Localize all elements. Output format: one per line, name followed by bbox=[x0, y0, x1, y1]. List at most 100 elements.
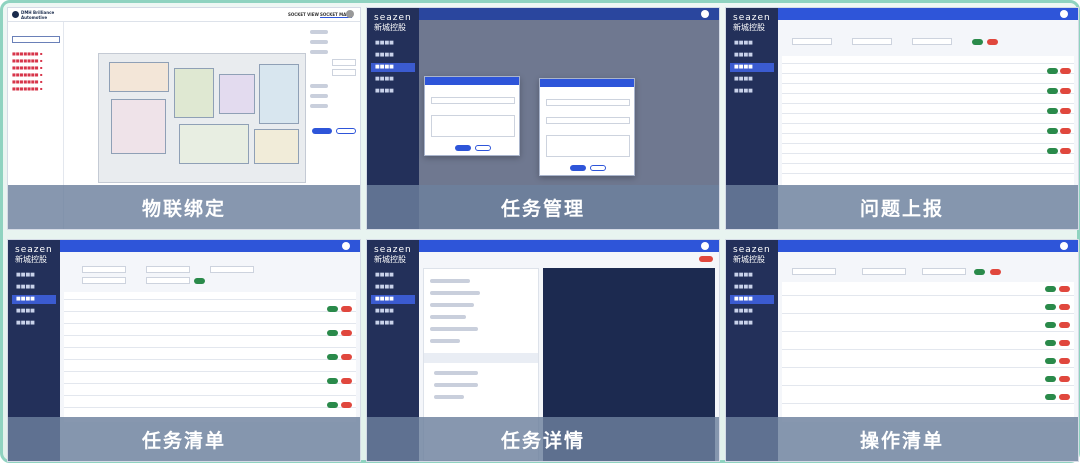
delete-button[interactable] bbox=[1060, 148, 1071, 154]
user-avatar-icon[interactable] bbox=[1060, 10, 1068, 18]
sidebar-item[interactable]: ■■■■ bbox=[730, 75, 774, 84]
sidebar-item[interactable]: ■■■■ bbox=[371, 75, 415, 84]
table-row[interactable] bbox=[64, 328, 356, 336]
delete-button[interactable] bbox=[341, 330, 352, 336]
dialog-textarea[interactable] bbox=[431, 115, 515, 137]
sidebar-item[interactable]: ■■■■ bbox=[730, 39, 774, 48]
table-row[interactable] bbox=[64, 376, 356, 384]
cancel-button[interactable] bbox=[336, 128, 356, 134]
edit-button[interactable] bbox=[1045, 304, 1056, 310]
sidebar-item[interactable]: ■■■■ bbox=[371, 39, 415, 48]
edit-button[interactable] bbox=[327, 402, 338, 408]
edit-button[interactable] bbox=[1047, 148, 1058, 154]
sidebar-item[interactable]: ■■■■ bbox=[12, 319, 56, 328]
form-input[interactable] bbox=[332, 69, 356, 76]
table-row[interactable] bbox=[64, 364, 356, 372]
delete-button[interactable] bbox=[1060, 108, 1071, 114]
delete-button[interactable] bbox=[341, 354, 352, 360]
sidebar-item[interactable]: ■■■■ bbox=[371, 283, 415, 292]
filter-input[interactable] bbox=[862, 268, 906, 275]
user-avatar-icon[interactable] bbox=[1060, 242, 1068, 250]
table-row[interactable] bbox=[782, 106, 1074, 114]
table-row[interactable] bbox=[64, 388, 356, 396]
sidebar-item-active[interactable]: ■■■■ bbox=[371, 63, 415, 72]
edit-button[interactable] bbox=[1047, 88, 1058, 94]
delete-button[interactable] bbox=[1059, 394, 1070, 400]
table-row[interactable] bbox=[782, 56, 1074, 64]
sidebar-item[interactable]: ■■■■ bbox=[730, 307, 774, 316]
table-row[interactable] bbox=[782, 116, 1074, 124]
table-row[interactable] bbox=[64, 304, 356, 312]
search-button[interactable] bbox=[972, 39, 983, 45]
edit-button[interactable] bbox=[327, 306, 338, 312]
list-item[interactable] bbox=[782, 390, 1074, 404]
table-row[interactable] bbox=[64, 352, 356, 360]
sidebar-item[interactable]: ■■■■ bbox=[12, 283, 56, 292]
filter-input[interactable] bbox=[922, 268, 966, 275]
list-item[interactable] bbox=[782, 372, 1074, 386]
edit-button[interactable] bbox=[1045, 358, 1056, 364]
table-row[interactable] bbox=[782, 126, 1074, 134]
delete-button[interactable] bbox=[1060, 88, 1071, 94]
delete-button[interactable] bbox=[1059, 322, 1070, 328]
delete-button[interactable] bbox=[341, 306, 352, 312]
filter-input[interactable] bbox=[912, 38, 952, 45]
delete-button[interactable] bbox=[1059, 304, 1070, 310]
delete-button[interactable] bbox=[341, 378, 352, 384]
user-avatar-icon[interactable] bbox=[346, 10, 354, 18]
list-item[interactable] bbox=[782, 336, 1074, 350]
list-item[interactable] bbox=[782, 354, 1074, 368]
sidebar-item[interactable]: ■■■■ bbox=[12, 307, 56, 316]
sidebar-item-active[interactable]: ■■■■ bbox=[371, 295, 415, 304]
sidebar-item-active[interactable]: ■■■■ bbox=[12, 295, 56, 304]
user-avatar-icon[interactable] bbox=[701, 242, 709, 250]
delete-button[interactable] bbox=[341, 402, 352, 408]
edit-button[interactable] bbox=[1047, 68, 1058, 74]
filter-input[interactable] bbox=[82, 277, 126, 284]
back-button[interactable] bbox=[699, 256, 713, 262]
search-button[interactable] bbox=[974, 269, 985, 275]
sidebar-item[interactable]: ■■■■ bbox=[730, 271, 774, 280]
delete-button[interactable] bbox=[1059, 340, 1070, 346]
table-row[interactable] bbox=[782, 136, 1074, 144]
sidebar-item[interactable]: ■■■■ bbox=[371, 307, 415, 316]
sidebar-item[interactable]: ■■■■ bbox=[371, 319, 415, 328]
sidebar-item[interactable]: ■■■■ bbox=[371, 51, 415, 60]
edit-button[interactable] bbox=[1045, 376, 1056, 382]
edit-button[interactable] bbox=[1045, 340, 1056, 346]
dialog-input[interactable] bbox=[431, 97, 515, 104]
edit-button[interactable] bbox=[1047, 108, 1058, 114]
sidebar-item-active[interactable]: ■■■■ bbox=[730, 63, 774, 72]
edit-button[interactable] bbox=[1045, 394, 1056, 400]
sidebar-item[interactable]: ■■■■ bbox=[371, 87, 415, 96]
list-item[interactable] bbox=[782, 300, 1074, 314]
filter-input[interactable] bbox=[82, 266, 126, 273]
dialog-input[interactable] bbox=[546, 99, 630, 106]
table-row[interactable] bbox=[782, 66, 1074, 74]
delete-button[interactable] bbox=[1060, 128, 1071, 134]
edit-button[interactable] bbox=[327, 354, 338, 360]
filter-input[interactable] bbox=[852, 38, 892, 45]
sidebar-item[interactable]: ■■■■ bbox=[730, 283, 774, 292]
filter-input[interactable] bbox=[792, 38, 832, 45]
table-row[interactable] bbox=[782, 76, 1074, 84]
list-item[interactable] bbox=[782, 318, 1074, 332]
dialog-cancel-button[interactable] bbox=[475, 145, 491, 151]
edit-button[interactable] bbox=[1045, 322, 1056, 328]
reset-button[interactable] bbox=[987, 39, 998, 45]
reset-button[interactable] bbox=[990, 269, 1001, 275]
table-row[interactable] bbox=[782, 96, 1074, 104]
floor-plan-map[interactable] bbox=[98, 53, 306, 183]
delete-button[interactable] bbox=[1059, 358, 1070, 364]
user-avatar-icon[interactable] bbox=[701, 10, 709, 18]
filter-input[interactable] bbox=[146, 277, 190, 284]
left-select[interactable] bbox=[12, 36, 60, 43]
list-item[interactable] bbox=[782, 282, 1074, 296]
edit-button[interactable] bbox=[327, 378, 338, 384]
filter-input[interactable] bbox=[146, 266, 190, 273]
sidebar-item[interactable]: ■■■■ bbox=[730, 319, 774, 328]
edit-button[interactable] bbox=[1045, 286, 1056, 292]
dialog-textarea[interactable] bbox=[546, 135, 630, 157]
edit-button[interactable] bbox=[1047, 128, 1058, 134]
delete-button[interactable] bbox=[1060, 68, 1071, 74]
